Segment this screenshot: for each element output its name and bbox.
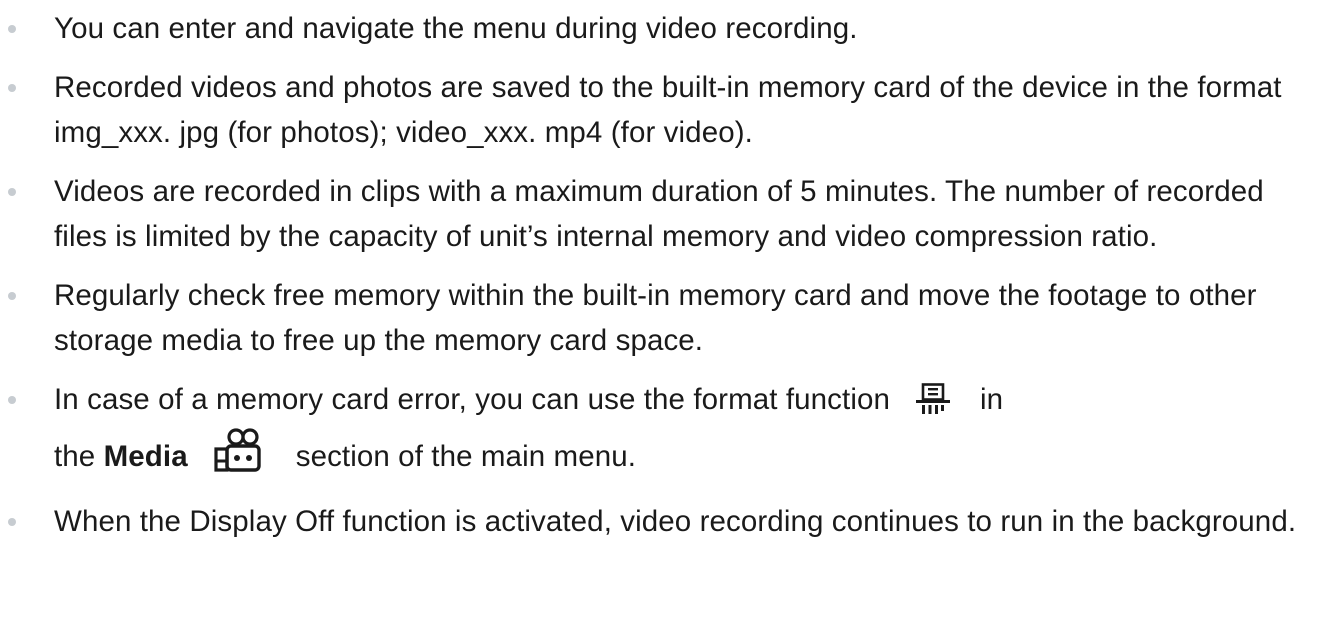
list-item: Regularly check free memory within the b… bbox=[0, 273, 1327, 363]
list-item: Recorded videos and photos are saved to … bbox=[0, 65, 1327, 155]
bullet-dot bbox=[8, 518, 16, 526]
bullet-dot bbox=[8, 84, 16, 92]
list-item: Videos are recorded in clips with a maxi… bbox=[0, 169, 1327, 259]
format-function-label: format function bbox=[693, 383, 890, 416]
item-text: Videos are recorded in clips with a maxi… bbox=[54, 175, 1264, 253]
list-item: In case of a memory card error, you can … bbox=[0, 377, 1327, 485]
item-text-part2: function is activated, video recording c… bbox=[334, 505, 1297, 538]
bullet-dot bbox=[8, 292, 16, 300]
item-text: Regularly check free memory within the b… bbox=[54, 279, 1257, 357]
bullet-dot bbox=[8, 188, 16, 196]
media-icon bbox=[212, 428, 268, 485]
item-text-part4: section of the main menu. bbox=[295, 440, 637, 473]
item-text-part2: in bbox=[979, 383, 1004, 416]
item-text-part1: When the bbox=[54, 505, 190, 538]
bullet-dot bbox=[8, 396, 16, 404]
item-text: You can enter and navigate the menu duri… bbox=[54, 12, 858, 45]
item-text-part3: the bbox=[54, 440, 104, 473]
list-item: When the Display Off function is activat… bbox=[0, 499, 1327, 544]
display-off-label: Display Off bbox=[189, 505, 335, 538]
media-label: Media bbox=[103, 440, 188, 473]
bullet-list: You can enter and navigate the menu duri… bbox=[0, 6, 1327, 558]
item-text: Recorded videos and photos are saved to … bbox=[54, 71, 1282, 149]
item-text-part1: In case of a memory card error, you can … bbox=[54, 383, 694, 416]
list-item: You can enter and navigate the menu duri… bbox=[0, 6, 1327, 51]
bullet-dot bbox=[8, 25, 16, 33]
format-icon bbox=[914, 383, 952, 428]
